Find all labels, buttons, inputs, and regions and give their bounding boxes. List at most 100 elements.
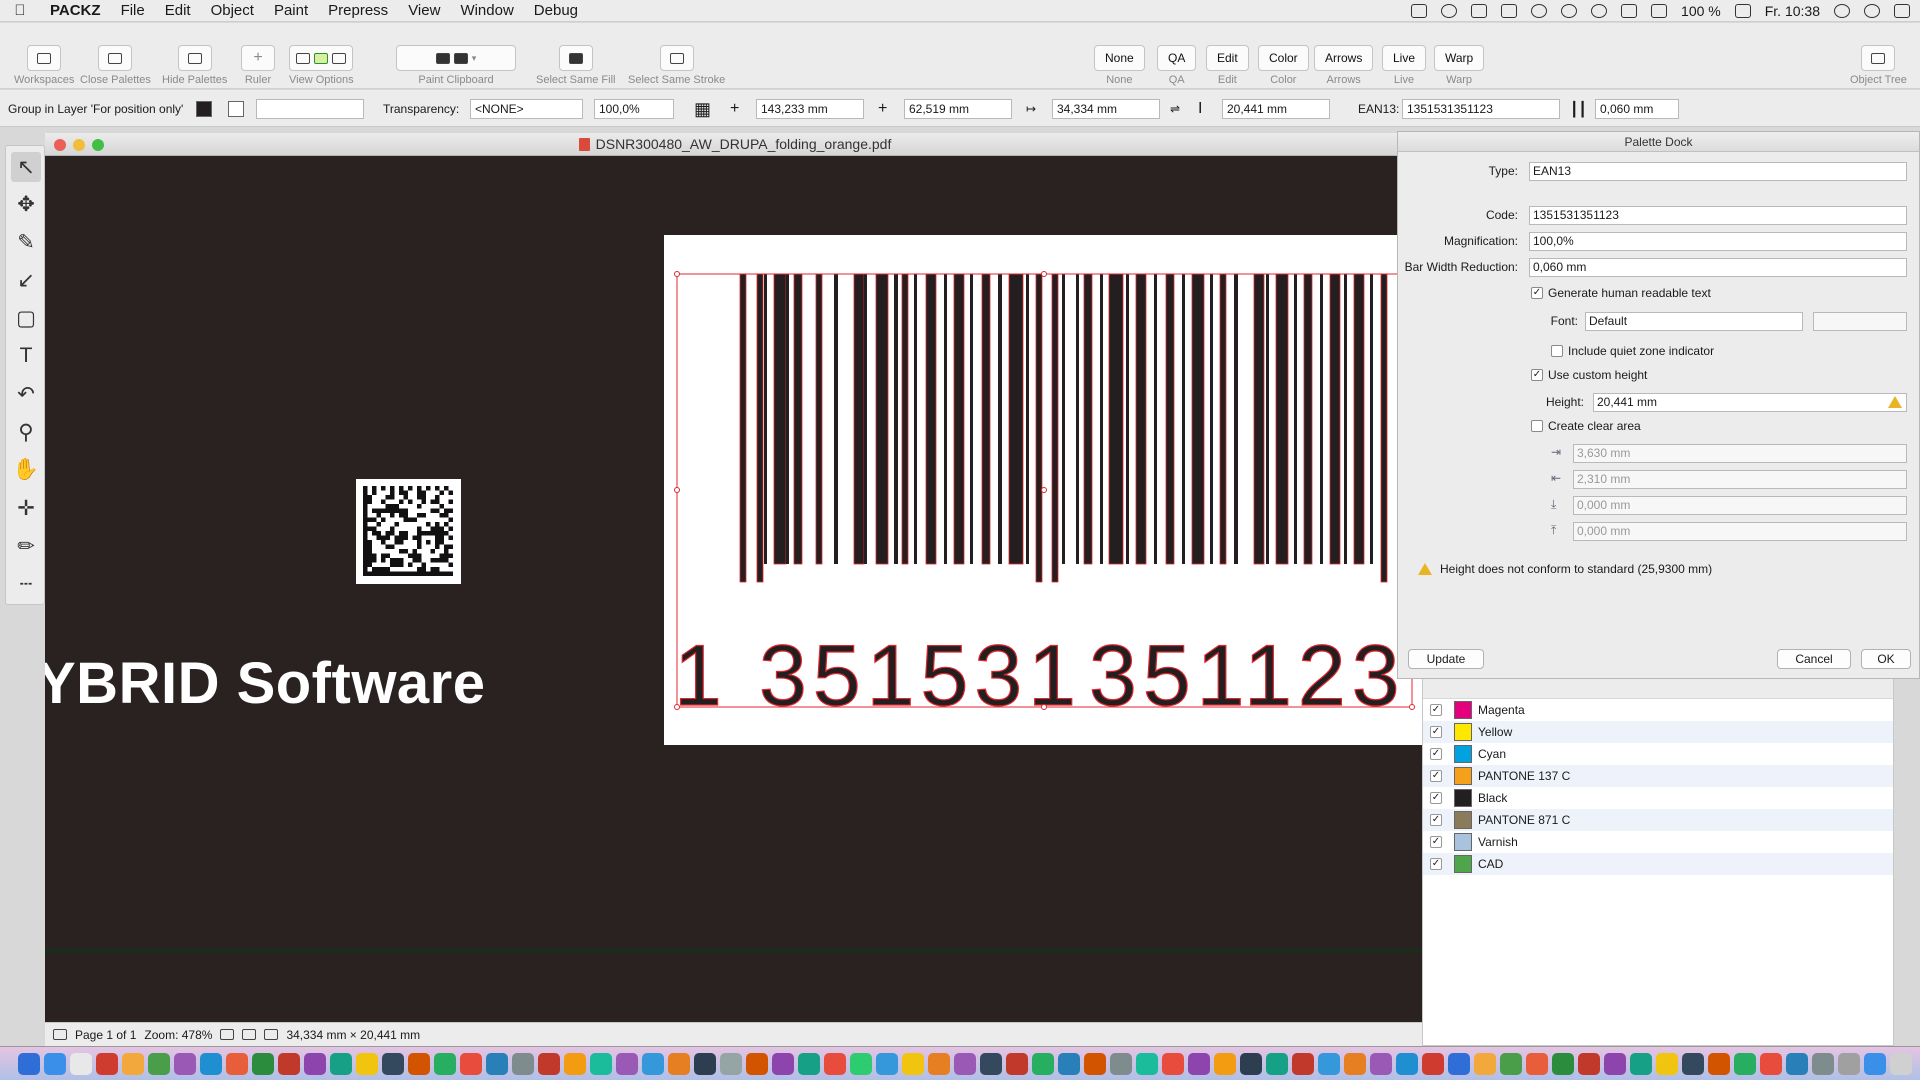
dock-app-icon[interactable] (148, 1052, 170, 1075)
selection-handle[interactable] (1409, 704, 1415, 710)
menu-view[interactable]: View (398, 0, 450, 22)
menu-debug[interactable]: Debug (524, 0, 588, 22)
dock-app-icon[interactable] (1812, 1052, 1834, 1075)
dock-app-icon[interactable] (356, 1052, 378, 1075)
time-machine-icon[interactable] (1531, 4, 1548, 18)
dock-app-icon[interactable] (590, 1052, 612, 1075)
menu-file[interactable]: File (111, 0, 155, 22)
user-icon[interactable] (1834, 4, 1850, 18)
stroke-swatch[interactable] (228, 101, 244, 117)
zoom-stepper-icon[interactable] (220, 1029, 235, 1040)
y-position-field[interactable]: 62,519 mm (904, 99, 1012, 119)
measure-tool-icon[interactable]: ✛ (11, 493, 41, 523)
dock-app-icon[interactable] (408, 1052, 430, 1075)
select-same-stroke-button[interactable]: Select Same Stroke (628, 45, 725, 87)
dock-app-icon[interactable] (850, 1052, 872, 1075)
generate-text-checkbox[interactable]: ✓ Generate human readable text (1531, 286, 1711, 300)
dock-app-icon[interactable] (772, 1052, 794, 1075)
fill-dropdown[interactable] (256, 99, 364, 119)
separation-visible-checkbox[interactable]: ✓ (1430, 748, 1442, 760)
dock-app-icon[interactable] (1474, 1052, 1496, 1075)
arrows-button[interactable]: Arrows Arrows (1314, 45, 1374, 87)
volumes-icon[interactable] (1501, 4, 1518, 18)
dock-app-icon[interactable] (1006, 1052, 1028, 1075)
ruler-button[interactable]: + Ruler (241, 45, 275, 87)
x-position-field[interactable]: 143,233 mm (756, 99, 864, 119)
dock-app-icon[interactable] (122, 1052, 144, 1075)
edit-button[interactable]: Edit Edit (1206, 45, 1249, 87)
close-window-icon[interactable] (54, 139, 66, 151)
barcode-type-select[interactable]: EAN13 (1529, 162, 1907, 181)
separation-visible-checkbox[interactable]: ✓ (1430, 836, 1442, 848)
separation-visible-checkbox[interactable]: ✓ (1430, 814, 1442, 826)
separation-visible-checkbox[interactable]: ✓ (1430, 858, 1442, 870)
ruler-tool-icon[interactable]: ┄ (11, 569, 41, 599)
ean13-barcode[interactable]: 1 351531 351123 (664, 235, 1425, 745)
dock-app-icon[interactable] (382, 1052, 404, 1075)
qa-button[interactable]: QA QA (1157, 45, 1197, 87)
dock-app-icon[interactable] (304, 1052, 326, 1075)
menu-paint[interactable]: Paint (264, 0, 318, 22)
zoom-tool-icon[interactable]: ⚲ (11, 417, 41, 447)
font-select[interactable]: Default (1585, 312, 1803, 331)
selection-handle[interactable] (674, 704, 680, 710)
pen-tool-icon[interactable]: ✎ (11, 227, 41, 257)
link-proportions-icon[interactable]: ⇌ (1170, 99, 1180, 119)
dock-app-icon[interactable] (1370, 1052, 1392, 1075)
separation-row[interactable]: ✓ CAD (1423, 853, 1893, 875)
hand-tool-icon[interactable]: ✋ (11, 455, 41, 485)
dropbox-icon[interactable] (1411, 4, 1428, 18)
text-tool-icon[interactable]: T (11, 341, 41, 371)
dock-app-icon[interactable] (70, 1052, 92, 1075)
dock-app-icon[interactable] (1630, 1052, 1652, 1075)
separation-row[interactable]: ✓ Varnish (1423, 831, 1893, 853)
dock-app-icon[interactable] (1396, 1052, 1418, 1075)
separation-visible-checkbox[interactable]: ✓ (1430, 726, 1442, 738)
dock-app-icon[interactable] (1786, 1052, 1808, 1075)
page-thumbnail-icon[interactable] (53, 1029, 67, 1040)
dock-app-icon[interactable] (330, 1052, 352, 1075)
width-field[interactable]: 34,334 mm (1052, 99, 1160, 119)
airplay-icon[interactable] (1621, 4, 1638, 18)
code-field[interactable]: 1351531351123 (1529, 206, 1907, 225)
barcode-panel[interactable]: 1 351531 351123 (664, 235, 1425, 745)
dock-app-icon[interactable] (1318, 1052, 1340, 1075)
dock-app-icon[interactable] (18, 1052, 40, 1075)
zoom-window-icon[interactable] (92, 139, 104, 151)
dock-app-icon[interactable] (1266, 1052, 1288, 1075)
menu-prepress[interactable]: Prepress (318, 0, 398, 22)
dock-app-icon[interactable] (460, 1052, 482, 1075)
select-tool-icon[interactable]: ↖ (11, 152, 41, 182)
dock-app-icon[interactable] (44, 1052, 66, 1075)
dock-app-icon[interactable] (1214, 1052, 1236, 1075)
dock-app-icon[interactable] (1682, 1052, 1704, 1075)
dock-app-icon[interactable] (1136, 1052, 1158, 1075)
dock-app-icon[interactable] (1708, 1052, 1730, 1075)
dock-app-icon[interactable] (928, 1052, 950, 1075)
dock-app-icon[interactable] (1526, 1052, 1548, 1075)
menu-app[interactable]: PACKZ (40, 0, 111, 22)
custom-height-checkbox[interactable]: ✓ Use custom height (1531, 368, 1647, 382)
dock-app-icon[interactable] (564, 1052, 586, 1075)
dock-app-icon[interactable] (954, 1052, 976, 1075)
dock-app-icon[interactable] (720, 1052, 742, 1075)
dock-app-icon[interactable] (538, 1052, 560, 1075)
select-same-fill-button[interactable]: Select Same Fill (536, 45, 615, 87)
dock-app-icon[interactable] (174, 1052, 196, 1075)
opacity-field[interactable]: 100,0% (594, 99, 674, 119)
dock-app-icon[interactable] (1032, 1052, 1054, 1075)
live-button[interactable]: Live Live (1382, 45, 1427, 87)
clock[interactable]: Fr. 10:38 (1765, 3, 1820, 19)
clear-area-checkbox[interactable]: Create clear area (1531, 419, 1641, 433)
separation-row[interactable]: ✓ PANTONE 137 C (1423, 765, 1893, 787)
artwork-canvas[interactable]: YBRID Software 1 351531 351123 (45, 156, 1425, 1022)
cancel-button[interactable]: Cancel (1777, 649, 1851, 669)
dock-app-icon[interactable] (824, 1052, 846, 1075)
selection-handle[interactable] (674, 271, 680, 277)
rectangle-tool-icon[interactable]: ▢ (11, 303, 41, 333)
notification-center-icon[interactable] (1894, 4, 1910, 18)
dock-app-icon[interactable] (1578, 1052, 1600, 1075)
quiet-zone-checkbox[interactable]: Include quiet zone indicator (1551, 344, 1714, 358)
volume-icon[interactable] (1651, 4, 1668, 18)
bar-width-reduction-field[interactable]: 0,060 mm (1595, 99, 1679, 119)
